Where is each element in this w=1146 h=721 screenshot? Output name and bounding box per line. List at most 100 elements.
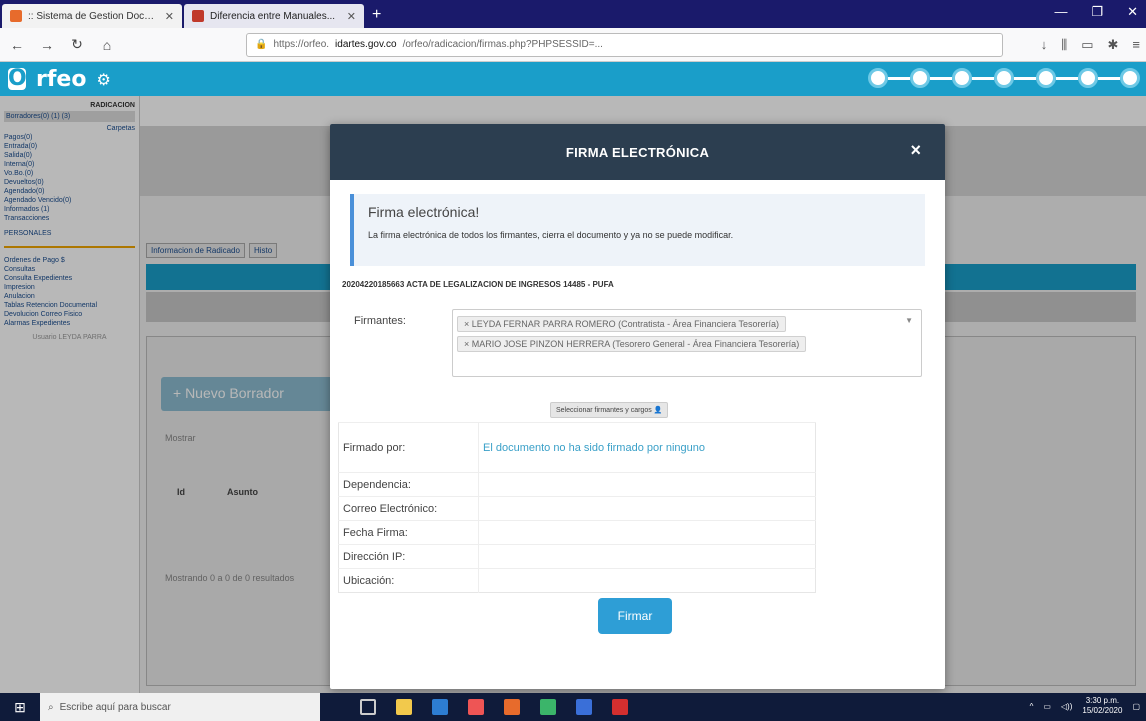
back-icon[interactable]: ← bbox=[6, 34, 28, 56]
close-tab-icon[interactable]: ✕ bbox=[165, 10, 174, 23]
browser-tab-inactive[interactable]: Diferencia entre Manuales... ✕ bbox=[184, 4, 364, 28]
row-label: Firmado por: bbox=[338, 422, 479, 473]
maximize-icon[interactable]: ❐ bbox=[1091, 4, 1103, 20]
clock-time: 3:30 p.m. bbox=[1085, 696, 1120, 705]
extension-icon[interactable]: ✱ bbox=[1108, 37, 1119, 53]
info-icon[interactable] bbox=[994, 68, 1014, 88]
document-name: 20204220185663 ACTA DE LEGALIZACION DE I… bbox=[342, 280, 614, 289]
modal-header: FIRMA ELECTRÓNICA × bbox=[330, 124, 945, 180]
window-controls: — ❐ ✕ bbox=[1054, 4, 1138, 20]
help-icon[interactable] bbox=[952, 68, 972, 88]
system-tray: ^ ▭ ◁)) 3:30 p.m. 15/02/2020 ▢ bbox=[1030, 696, 1140, 716]
table-row: Dirección IP: bbox=[338, 544, 816, 569]
windows-start-icon[interactable]: ⊞ bbox=[0, 693, 40, 721]
volume-icon[interactable]: ◁)) bbox=[1061, 702, 1072, 711]
url-rest: /orfeo/radicacion/firmas.php?PHPSESSID=.… bbox=[402, 39, 603, 50]
minimize-icon[interactable]: — bbox=[1054, 4, 1067, 20]
lock-icon: 🔒 bbox=[255, 39, 268, 50]
row-value bbox=[478, 568, 816, 593]
tab-title: :: Sistema de Gestion Docum... bbox=[28, 10, 159, 22]
top-nav-icons bbox=[868, 68, 1140, 88]
signed-status: El documento no ha sido firmado por ning… bbox=[478, 422, 816, 473]
url-prefix: https://orfeo. bbox=[273, 39, 330, 50]
forward-icon[interactable]: → bbox=[36, 34, 58, 56]
browser-tabbar: :: Sistema de Gestion Docum... ✕ Diferen… bbox=[0, 0, 1146, 28]
info-title: Firma electrónica! bbox=[368, 204, 480, 220]
sidebar-icon[interactable]: ▭ bbox=[1081, 37, 1093, 53]
firmante-chip[interactable]: × MARIO JOSE PINZON HERRERA (Tesorero Ge… bbox=[457, 336, 807, 352]
tab-title: Diferencia entre Manuales... bbox=[210, 10, 336, 22]
firmantes-row: Firmantes: × LEYDA FERNAR PARRA ROMERO (… bbox=[354, 309, 922, 377]
user-icon[interactable] bbox=[1078, 68, 1098, 88]
taskbar-search[interactable]: ⌕ Escribe aquí para buscar bbox=[40, 693, 320, 721]
firmante-chip[interactable]: × LEYDA FERNAR PARRA ROMERO (Contratista… bbox=[457, 316, 787, 332]
info-text: La firma electrónica de todos los firman… bbox=[368, 230, 734, 240]
file-explorer-icon[interactable] bbox=[396, 699, 412, 715]
signature-info-table: Firmado por: El documento no ha sido fir… bbox=[338, 422, 816, 593]
chrome-icon[interactable] bbox=[540, 699, 556, 715]
firma-modal: FIRMA ELECTRÓNICA × Firma electrónica! L… bbox=[330, 124, 945, 689]
logout-icon[interactable] bbox=[1120, 68, 1140, 88]
info-callout: Firma electrónica! La firma electrónica … bbox=[350, 194, 925, 266]
table-row: Dependencia: bbox=[338, 472, 816, 497]
close-window-icon[interactable]: ✕ bbox=[1127, 4, 1138, 20]
row-label: Fecha Firma: bbox=[338, 520, 479, 545]
row-value bbox=[478, 520, 816, 545]
search-placeholder: Escribe aquí para buscar bbox=[59, 701, 171, 713]
logo-o-icon: O bbox=[8, 66, 27, 91]
table-row: Firmado por: El documento no ha sido fir… bbox=[338, 422, 816, 473]
clock[interactable]: 3:30 p.m. 15/02/2020 bbox=[1082, 696, 1122, 716]
notifications-icon[interactable]: ▢ bbox=[1132, 702, 1140, 711]
home-icon[interactable]: ⌂ bbox=[96, 34, 118, 56]
browser-toolbar-right: ↓ ⫼ ▭ ✱ ≡ bbox=[1041, 37, 1140, 53]
doc-favicon-icon bbox=[192, 10, 204, 22]
url-bar[interactable]: 🔒 https://orfeo. idartes.gov.co/orfeo/rad… bbox=[246, 32, 1003, 57]
library-icon[interactable]: ⫼ bbox=[1061, 37, 1067, 53]
logo-text: rfeo bbox=[36, 66, 87, 92]
table-row: Ubicación: bbox=[338, 568, 816, 593]
row-label: Ubicación: bbox=[338, 568, 479, 593]
url-domain: idartes.gov.co bbox=[335, 39, 397, 50]
firefox-icon[interactable] bbox=[504, 699, 520, 715]
firmantes-select[interactable]: × LEYDA FERNAR PARRA ROMERO (Contratista… bbox=[452, 309, 922, 377]
browser-tab-active[interactable]: :: Sistema de Gestion Docum... ✕ bbox=[2, 4, 182, 28]
row-value bbox=[478, 472, 816, 497]
edge-icon[interactable] bbox=[432, 699, 448, 715]
tray-chevron-icon[interactable]: ^ bbox=[1030, 702, 1034, 711]
close-icon[interactable]: × bbox=[910, 140, 921, 161]
radicar-icon[interactable] bbox=[868, 68, 888, 88]
user-icon: 👤 bbox=[653, 407, 663, 414]
app-emblem-icon: ⚙ bbox=[96, 69, 111, 89]
task-view-icon[interactable] bbox=[360, 699, 376, 715]
firmantes-label: Firmantes: bbox=[354, 315, 406, 327]
table-row: Fecha Firma: bbox=[338, 520, 816, 545]
firefox-favicon-icon bbox=[10, 10, 22, 22]
row-label: Dirección IP: bbox=[338, 544, 479, 569]
download-icon[interactable]: ↓ bbox=[1041, 37, 1048, 53]
menu-icon[interactable]: ≡ bbox=[1132, 37, 1140, 53]
new-tab-icon[interactable]: + bbox=[372, 6, 381, 24]
row-value bbox=[478, 496, 816, 521]
orfeo-logo: Orfeo ⚙ bbox=[8, 67, 111, 92]
firmar-button[interactable]: Firmar bbox=[598, 598, 672, 634]
pdf-icon[interactable] bbox=[612, 699, 628, 715]
select-signers-button[interactable]: Seleccionar firmantes y cargos 👤 bbox=[550, 402, 669, 418]
mail-icon[interactable] bbox=[576, 699, 592, 715]
row-label: Correo Electrónico: bbox=[338, 496, 479, 521]
dropdown-caret-icon[interactable]: ▼ bbox=[905, 316, 913, 325]
reload-icon[interactable]: ↻ bbox=[66, 34, 88, 56]
store-icon[interactable] bbox=[468, 699, 484, 715]
table-row: Correo Electrónico: bbox=[338, 496, 816, 521]
windows-taskbar: ⊞ ⌕ Escribe aquí para buscar ^ ▭ ◁)) 3:3… bbox=[0, 693, 1146, 721]
row-label: Dependencia: bbox=[338, 472, 479, 497]
clock-date: 15/02/2020 bbox=[1082, 706, 1123, 715]
modal-title: FIRMA ELECTRÓNICA bbox=[565, 144, 710, 160]
search-icon: ⌕ bbox=[48, 701, 54, 713]
network-icon[interactable]: ▭ bbox=[1043, 702, 1051, 711]
select-signers-label: Seleccionar firmantes y cargos bbox=[556, 407, 652, 414]
row-value bbox=[478, 544, 816, 569]
app-header: Orfeo ⚙ bbox=[0, 62, 1146, 96]
close-tab-icon[interactable]: ✕ bbox=[347, 10, 356, 23]
process-icon[interactable] bbox=[910, 68, 930, 88]
settings-icon[interactable] bbox=[1036, 68, 1056, 88]
